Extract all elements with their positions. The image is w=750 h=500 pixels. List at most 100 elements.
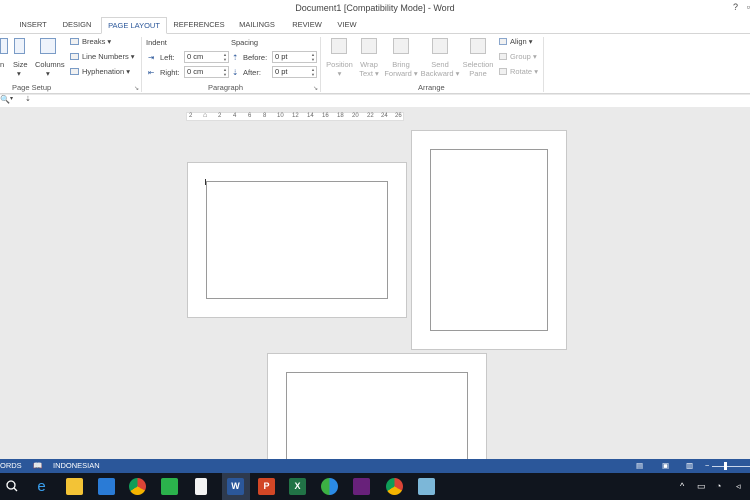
orientation-icon[interactable]	[0, 38, 8, 54]
tab-review[interactable]: REVIEW	[288, 17, 326, 34]
chrome-alt-icon[interactable]	[386, 478, 403, 495]
status-bar: ORDS 📖 INDONESIAN ▤ ▣ ▥ −	[0, 459, 750, 473]
powerpoint-icon[interactable]: P	[258, 478, 275, 495]
network-icon[interactable]: ▭	[697, 481, 706, 492]
page-setup-launcher-icon[interactable]: ↘	[134, 85, 139, 92]
horizontal-ruler[interactable]: 2 ⌂ 2 4 6 8 10 12 14 16 18 20 22 24 26	[186, 112, 404, 121]
notepad-icon[interactable]	[195, 478, 207, 495]
ruler-tick: 20	[352, 113, 359, 119]
title-bar: Document1 [Compatibility Mode] - Word ? …	[0, 0, 750, 17]
tab-insert[interactable]: INSERT	[14, 17, 52, 34]
ruler-tick: 14	[307, 113, 314, 119]
zoom-out-icon[interactable]: −	[705, 461, 709, 470]
indent-left-icon: ⇥	[148, 53, 155, 62]
align-button[interactable]: Align ▾	[510, 37, 533, 46]
tab-design[interactable]: DESIGN	[56, 17, 98, 34]
file-explorer-icon[interactable]	[66, 478, 83, 495]
search-icon[interactable]	[6, 480, 18, 492]
columns-icon[interactable]	[40, 38, 56, 54]
spacing-before-input[interactable]: 0 pt ▲ ▼	[272, 51, 317, 63]
indent-left-input[interactable]: 0 cm ▲ ▼	[184, 51, 229, 63]
rotate-button[interactable]: Rotate ▾	[510, 67, 538, 76]
zoom-slider-thumb[interactable]	[724, 462, 727, 470]
ruler-tick: 16	[322, 113, 329, 119]
tab-view[interactable]: VIEW	[332, 17, 362, 34]
bring-forward-button[interactable]: Bring Forward ▾	[382, 60, 420, 78]
customize-icon[interactable]: ⇣	[25, 95, 31, 103]
word-count[interactable]: ORDS	[0, 461, 22, 470]
web-layout-icon[interactable]: ▥	[686, 461, 693, 470]
volume-icon[interactable]: ◃	[736, 481, 741, 492]
language-indicator[interactable]: INDONESIAN	[53, 461, 100, 470]
spinner-arrows-icon[interactable]: ▲ ▼	[311, 52, 315, 62]
spinner-arrows-icon[interactable]: ▲ ▼	[223, 52, 227, 62]
tab-references[interactable]: REFERENCES	[171, 17, 227, 34]
zoom-slider[interactable]	[712, 466, 750, 467]
arrange-group-label: Arrange	[418, 83, 445, 92]
spacing-after-input[interactable]: 0 pt ▲ ▼	[272, 66, 317, 78]
edge-icon[interactable]: e	[33, 478, 50, 495]
group-divider	[141, 37, 142, 92]
hyphenation-button[interactable]: Hyphenation ▾	[82, 67, 130, 76]
align-icon	[499, 38, 507, 45]
page-landscape[interactable]	[187, 162, 407, 318]
print-layout-icon[interactable]: ▣	[662, 461, 669, 470]
visual-studio-icon[interactable]	[353, 478, 370, 495]
windows-taskbar: e W P X ^ ▭ ◔ ◃	[0, 473, 750, 500]
tab-page-layout[interactable]: PAGE LAYOUT	[101, 17, 167, 34]
size-icon[interactable]	[14, 38, 25, 54]
position-button[interactable]: Position ▾	[324, 60, 355, 78]
app-icon[interactable]	[418, 478, 435, 495]
bring-forward-icon	[393, 38, 409, 54]
page-portrait[interactable]	[411, 130, 567, 350]
excel-icon[interactable]: X	[289, 478, 306, 495]
spinner-arrows-icon[interactable]: ▲ ▼	[223, 67, 227, 77]
word-icon[interactable]: W	[227, 478, 244, 495]
page-margin-box	[206, 181, 388, 299]
help-button[interactable]: ?	[733, 2, 738, 12]
phone-icon[interactable]	[161, 478, 178, 495]
wrap-text-icon	[361, 38, 377, 54]
paragraph-launcher-icon[interactable]: ↘	[313, 85, 318, 92]
orientation-label: n	[0, 60, 5, 69]
indent-left-label: Left:	[160, 53, 175, 62]
proofing-icon[interactable]: 📖	[33, 461, 42, 470]
maps-icon[interactable]	[321, 478, 338, 495]
spacing-before-icon: ⇡	[232, 53, 239, 62]
chrome-icon[interactable]	[129, 478, 146, 495]
wifi-icon[interactable]: ◔	[716, 481, 721, 491]
indent-marker-icon[interactable]: ⌂	[203, 112, 207, 119]
indent-right-icon: ⇤	[148, 68, 155, 77]
selection-pane-icon	[470, 38, 486, 54]
position-icon	[331, 38, 347, 54]
tray-chevron-icon[interactable]: ^	[680, 481, 684, 491]
spinner-arrows-icon[interactable]: ▲ ▼	[311, 67, 315, 77]
quick-access-bar: 🔍 ▾ ⇣	[0, 95, 750, 107]
indent-right-input[interactable]: 0 cm ▲ ▼	[184, 66, 229, 78]
page-landscape[interactable]	[267, 353, 487, 459]
columns-button[interactable]: Columns	[35, 60, 65, 69]
size-dropdown-icon: ▾	[17, 69, 21, 78]
send-backward-button[interactable]: Send Backward ▾	[419, 60, 461, 78]
ribbon-tabs: INSERT DESIGN PAGE LAYOUT REFERENCES MAI…	[0, 17, 750, 34]
store-icon[interactable]	[98, 478, 115, 495]
wrap-text-button[interactable]: Wrap Text ▾	[357, 60, 381, 78]
ruler-tick: 12	[292, 113, 299, 119]
ruler-tick: 8	[263, 113, 267, 119]
breaks-button[interactable]: Breaks ▾	[82, 37, 111, 46]
ruler-tick: 2	[218, 113, 222, 119]
ribbon: n Size ▾ Columns ▾ Breaks ▾ Line Numbers…	[0, 34, 750, 94]
columns-dropdown-icon: ▾	[46, 69, 50, 78]
group-button[interactable]: Group ▾	[510, 52, 537, 61]
ruler-tick: 4	[233, 113, 237, 119]
indent-title: Indent	[146, 38, 167, 47]
size-button[interactable]: Size	[13, 60, 28, 69]
dropdown-icon[interactable]: ▾	[10, 95, 13, 102]
zoom-icon[interactable]: 🔍	[0, 95, 10, 104]
line-numbers-button[interactable]: Line Numbers ▾	[82, 52, 135, 61]
tab-mailings[interactable]: MAILINGS	[232, 17, 282, 34]
line-numbers-icon	[70, 53, 79, 60]
ruler-tick: 18	[337, 113, 344, 119]
selection-pane-button[interactable]: Selection Pane	[461, 60, 495, 78]
read-mode-icon[interactable]: ▤	[636, 461, 643, 470]
